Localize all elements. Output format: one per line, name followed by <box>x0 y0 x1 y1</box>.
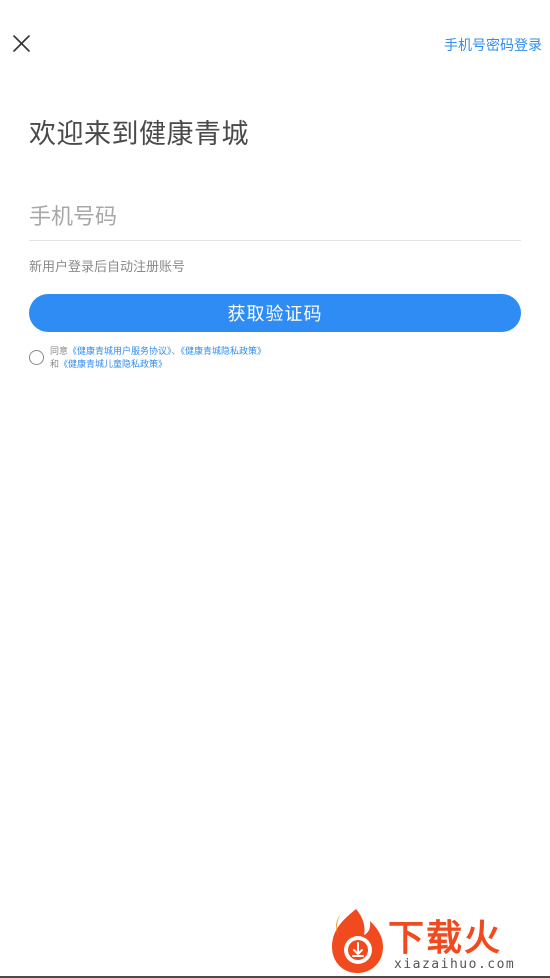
top-bar: 手机号密码登录 <box>0 0 550 88</box>
phone-field <box>29 196 521 241</box>
watermark-url: xiazaihuo.com <box>394 957 516 972</box>
register-hint: 新用户登录后自动注册账号 <box>29 260 186 275</box>
phone-input[interactable] <box>29 196 521 238</box>
get-code-button[interactable]: 获取验证码 <box>29 294 521 332</box>
agreement-text: 同意《健康青城用户服务协议》、《健康青城隐私政策》 和《健康青城儿童隐私政策》 <box>50 346 266 371</box>
agreement-conjunction: 和 <box>50 359 60 370</box>
child-privacy-policy-link[interactable]: 《健康青城儿童隐私政策》 <box>59 360 167 370</box>
close-icon <box>13 35 30 52</box>
privacy-policy-link[interactable]: 《健康青城隐私政策》 <box>181 347 267 357</box>
agreement-line-2: 和《健康青城儿童隐私政策》 <box>50 359 266 372</box>
agreement-prefix: 同意 <box>50 347 69 357</box>
agreement-line-1: 同意《健康青城用户服务协议》、《健康青城隐私政策》 <box>50 346 266 359</box>
flame-logo-icon <box>332 909 383 973</box>
service-agreement-link[interactable]: 《健康青城用户服务协议》 <box>68 347 172 357</box>
password-login-link[interactable]: 手机号密码登录 <box>444 35 542 55</box>
page-title: 欢迎来到健康青城 <box>29 119 249 150</box>
watermark-title: 下载火 <box>388 918 503 959</box>
watermark: 下载火 xiazaihuo.com <box>322 905 550 978</box>
agreement-separator: 、 <box>171 347 181 357</box>
agreement-checkbox[interactable] <box>29 350 44 365</box>
close-button[interactable] <box>8 28 36 56</box>
